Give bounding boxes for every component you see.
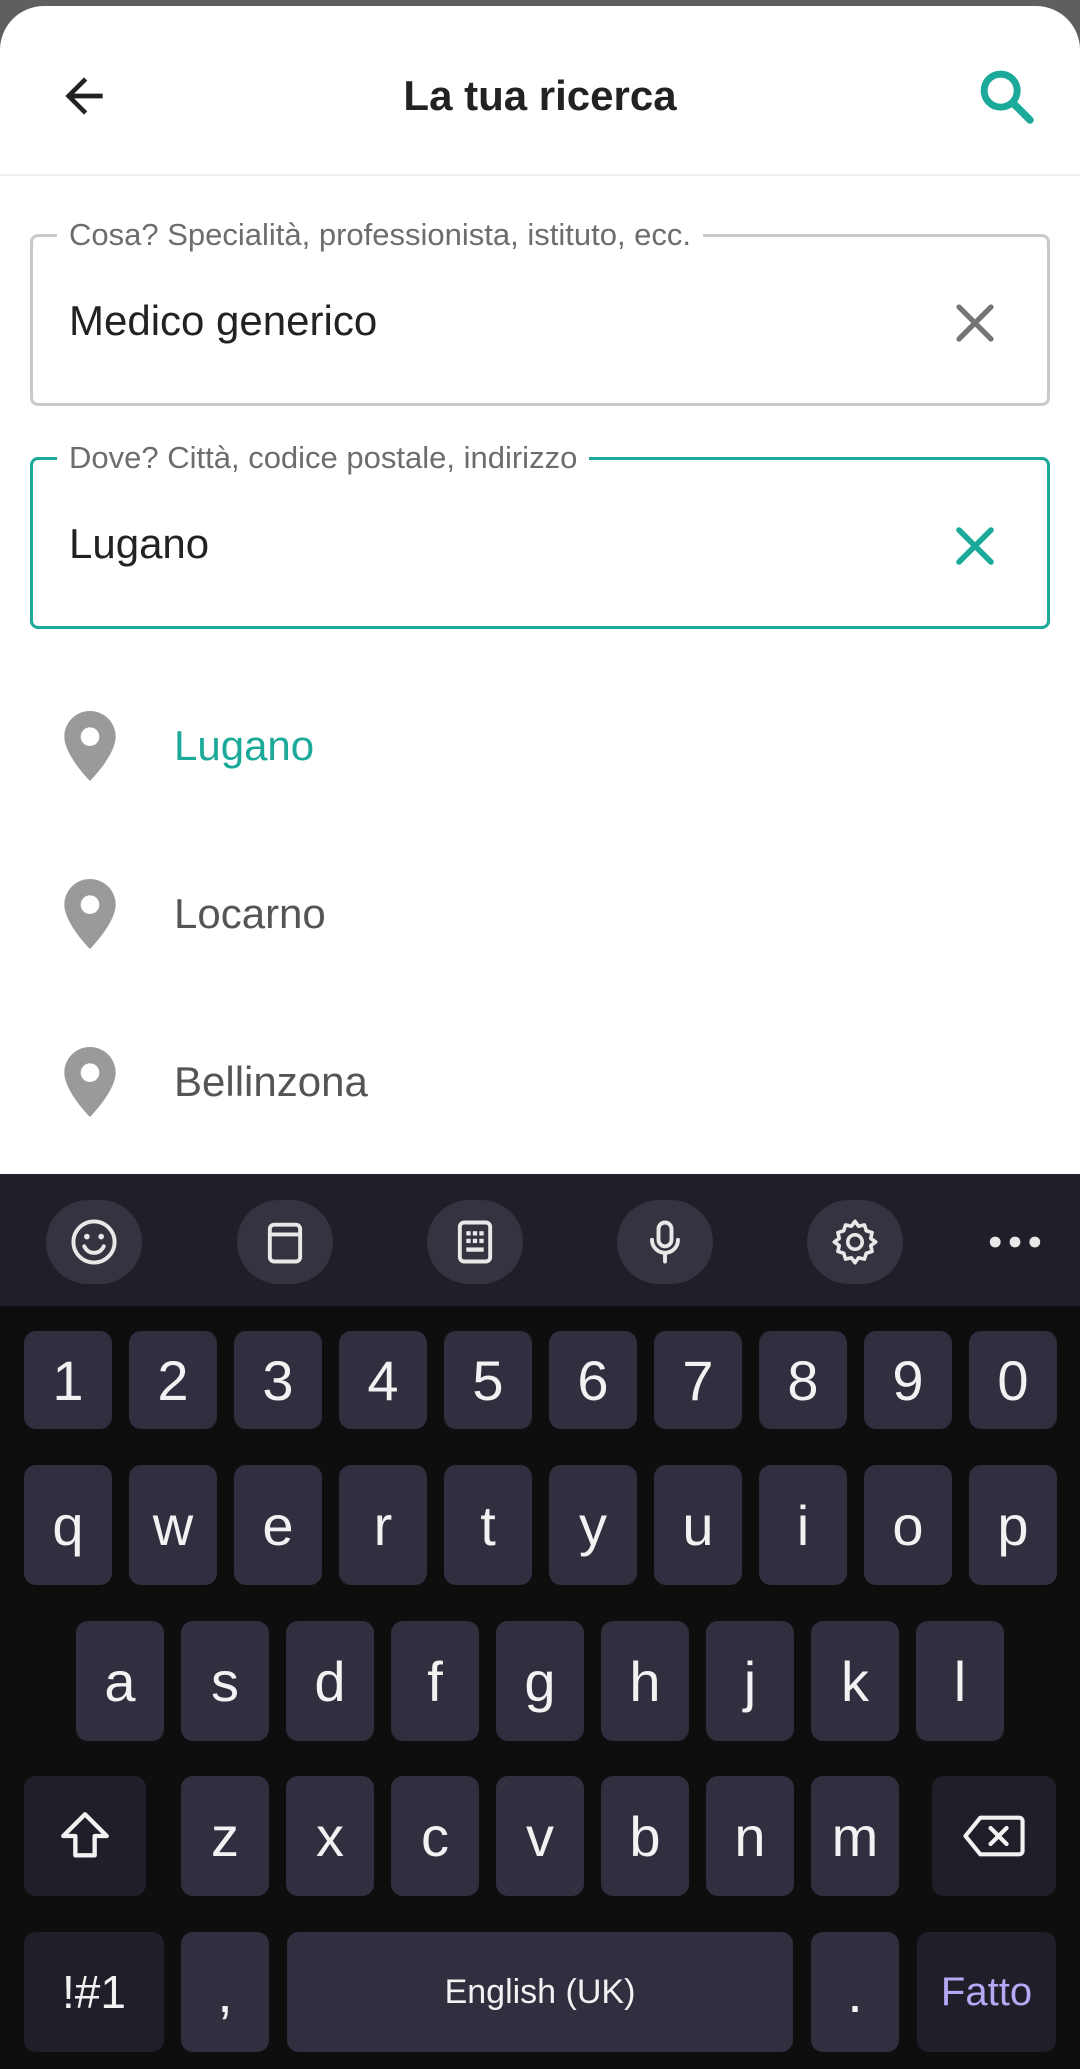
key-t[interactable]: t: [444, 1465, 532, 1585]
clear-what-button[interactable]: [935, 283, 1015, 363]
key-1[interactable]: 1: [24, 1331, 112, 1429]
key-u[interactable]: u: [654, 1465, 742, 1585]
key-3[interactable]: 3: [234, 1331, 322, 1429]
key-b[interactable]: b: [601, 1776, 689, 1896]
key-r[interactable]: r: [339, 1465, 427, 1585]
symbols-key[interactable]: !#1: [24, 1932, 164, 2052]
page-title: La tua ricerca: [403, 72, 677, 119]
suggestion-label: Bellinzona: [174, 1058, 368, 1105]
clipboard-button[interactable]: [237, 1200, 333, 1284]
key-z[interactable]: z: [181, 1776, 269, 1896]
suggestion-item[interactable]: Lugano: [0, 660, 1080, 828]
what-field[interactable]: Cosa? Specialità, professionista, istitu…: [30, 215, 1050, 406]
suggestion-label: Lugano: [174, 722, 315, 769]
key-k[interactable]: k: [811, 1621, 899, 1741]
clear-where-button[interactable]: [935, 506, 1015, 586]
key-c[interactable]: c: [391, 1776, 479, 1896]
comma-key[interactable]: ,: [181, 1932, 269, 2052]
key-8[interactable]: 8: [759, 1331, 847, 1429]
shift-key[interactable]: [24, 1776, 146, 1896]
key-2[interactable]: 2: [129, 1331, 217, 1429]
emoji-button[interactable]: [46, 1200, 142, 1284]
where-field[interactable]: Dove? Città, codice postale, indirizzo: [30, 438, 1050, 629]
search-button[interactable]: [966, 56, 1046, 136]
key-p[interactable]: p: [969, 1465, 1057, 1585]
clipboard-icon: [267, 1222, 303, 1264]
on-screen-keyboard: 1234567890 qwertyuiop asdfghjkl zxcvbnm …: [0, 1174, 1080, 2069]
shift-icon: [61, 1812, 109, 1858]
key-9[interactable]: 9: [864, 1331, 952, 1429]
app-header: La tua ricerca: [0, 6, 1080, 176]
key-i[interactable]: i: [759, 1465, 847, 1585]
key-e[interactable]: e: [234, 1465, 322, 1585]
search-icon: [980, 70, 1034, 124]
key-5[interactable]: 5: [444, 1331, 532, 1429]
key-w[interactable]: w: [129, 1465, 217, 1585]
key-d[interactable]: d: [286, 1621, 374, 1741]
suggestion-item[interactable]: Bellinzona: [0, 996, 1080, 1164]
key-7[interactable]: 7: [654, 1331, 742, 1429]
more-icon: [989, 1236, 1041, 1248]
key-q[interactable]: q: [24, 1465, 112, 1585]
microphone-button[interactable]: [617, 1200, 713, 1284]
backspace-icon: [963, 1815, 1025, 1857]
done-key[interactable]: Fatto: [917, 1932, 1056, 2052]
keyboard-toolbar: [0, 1174, 1080, 1306]
more-button[interactable]: [967, 1200, 1063, 1284]
microphone-icon: [650, 1220, 680, 1264]
key-4[interactable]: 4: [339, 1331, 427, 1429]
what-field-label: Cosa? Specialità, professionista, istitu…: [57, 215, 704, 255]
where-field-label: Dove? Città, codice postale, indirizzo: [57, 438, 590, 478]
key-v[interactable]: v: [496, 1776, 584, 1896]
key-o[interactable]: o: [864, 1465, 952, 1585]
keypad-icon: [457, 1220, 493, 1264]
key-s[interactable]: s: [181, 1621, 269, 1741]
key-j[interactable]: j: [706, 1621, 794, 1741]
backspace-key[interactable]: [932, 1776, 1056, 1896]
location-pin-icon: [64, 1047, 116, 1117]
close-icon: [956, 527, 994, 565]
location-pin-icon: [64, 711, 116, 781]
search-sheet: La tua ricerca Cosa? Specialità, profess…: [0, 6, 1080, 1174]
key-g[interactable]: g: [496, 1621, 584, 1741]
keypad-button[interactable]: [427, 1200, 523, 1284]
key-x[interactable]: x: [286, 1776, 374, 1896]
suggestion-item[interactable]: Locarno: [0, 828, 1080, 996]
settings-icon: [832, 1219, 878, 1265]
key-0[interactable]: 0: [969, 1331, 1057, 1429]
key-6[interactable]: 6: [549, 1331, 637, 1429]
emoji-icon: [71, 1219, 117, 1265]
key-f[interactable]: f: [391, 1621, 479, 1741]
location-pin-icon: [64, 879, 116, 949]
key-m[interactable]: m: [811, 1776, 899, 1896]
key-a[interactable]: a: [76, 1621, 164, 1741]
suggestion-label: Locarno: [174, 890, 326, 937]
key-n[interactable]: n: [706, 1776, 794, 1896]
close-icon: [956, 304, 994, 342]
space-key[interactable]: English (UK): [287, 1932, 793, 2052]
period-key[interactable]: .: [811, 1932, 899, 2052]
settings-button[interactable]: [807, 1200, 903, 1284]
key-l[interactable]: l: [916, 1621, 1004, 1741]
where-input[interactable]: [69, 516, 909, 572]
key-y[interactable]: y: [549, 1465, 637, 1585]
what-input[interactable]: [69, 293, 909, 349]
key-h[interactable]: h: [601, 1621, 689, 1741]
